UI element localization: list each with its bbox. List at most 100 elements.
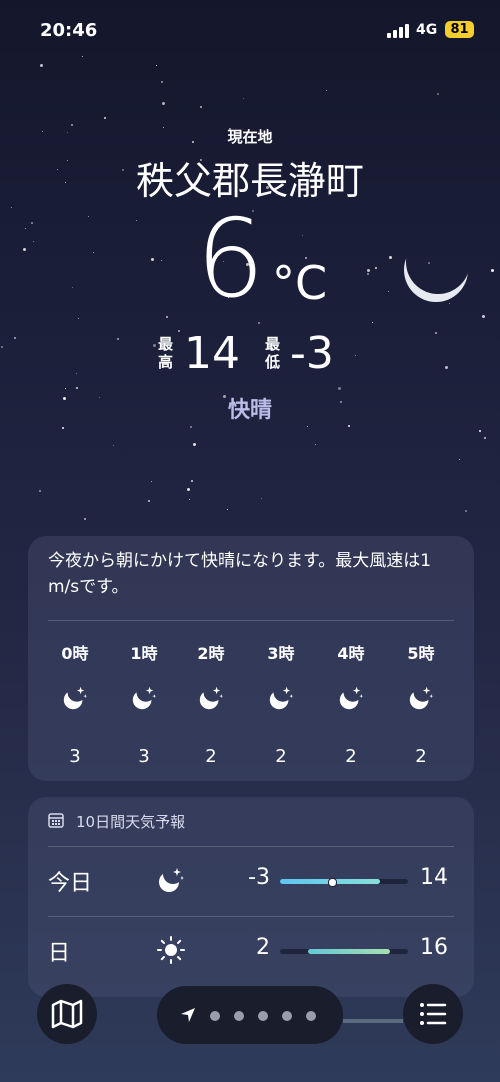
ten-day-title: 10日間天気予報 bbox=[76, 813, 186, 831]
star bbox=[482, 315, 485, 318]
star bbox=[437, 93, 439, 95]
high-temp: 14 bbox=[184, 328, 240, 379]
star bbox=[161, 260, 162, 261]
current-location-label: 現在地 bbox=[227, 128, 273, 146]
star bbox=[326, 90, 327, 91]
forecast-summary: 今夜から朝にかけて快晴になります。最大風速は1 m/sです。 bbox=[48, 551, 432, 597]
star bbox=[40, 64, 43, 67]
current-temperature: 6 bbox=[196, 197, 265, 322]
star bbox=[62, 427, 64, 429]
signal-icon bbox=[387, 24, 411, 38]
star bbox=[302, 235, 303, 236]
hour-label: 1時 bbox=[130, 644, 158, 663]
star bbox=[93, 252, 94, 253]
hour-temp: 2 bbox=[345, 746, 357, 767]
star bbox=[161, 81, 163, 83]
page-dot bbox=[306, 1011, 316, 1021]
star bbox=[200, 106, 202, 108]
page-indicator[interactable] bbox=[157, 986, 343, 1044]
star bbox=[78, 318, 79, 319]
star bbox=[25, 228, 26, 229]
high-label: 最高 bbox=[158, 335, 174, 371]
star bbox=[307, 426, 308, 427]
moon-stars-icon bbox=[337, 684, 365, 712]
ten-day-forecast-card[interactable]: 10日間天気予報 今日 -3 14 日 2 16 bbox=[28, 797, 474, 997]
calendar-icon bbox=[48, 813, 64, 828]
star bbox=[243, 98, 244, 99]
moon-stars-icon bbox=[61, 684, 89, 712]
star bbox=[367, 273, 369, 275]
star bbox=[151, 481, 152, 482]
star bbox=[82, 56, 83, 57]
star bbox=[148, 500, 150, 502]
hour-temp: 2 bbox=[205, 746, 217, 767]
star bbox=[367, 269, 370, 272]
moon-stars-icon bbox=[130, 684, 158, 712]
crescent-moon-icon bbox=[404, 258, 468, 302]
star bbox=[479, 430, 481, 432]
high-temp: 16 bbox=[420, 935, 448, 960]
star bbox=[459, 459, 460, 460]
star bbox=[389, 256, 392, 259]
star bbox=[258, 322, 260, 324]
star bbox=[39, 490, 41, 492]
page-dot bbox=[282, 1011, 292, 1021]
hour-label: 2時 bbox=[197, 644, 225, 663]
star bbox=[375, 267, 377, 269]
location-list-button[interactable] bbox=[403, 984, 463, 1044]
divider bbox=[48, 916, 454, 917]
star bbox=[76, 387, 78, 389]
star bbox=[187, 488, 190, 491]
star bbox=[31, 222, 33, 224]
current-temp-marker bbox=[328, 878, 338, 887]
page-dot bbox=[210, 1011, 220, 1021]
star bbox=[315, 444, 316, 445]
star bbox=[388, 291, 389, 292]
temp-range-bar bbox=[280, 949, 408, 954]
star bbox=[372, 322, 373, 323]
hour-label: 5時 bbox=[407, 644, 435, 663]
status-time: 20:46 bbox=[40, 20, 98, 41]
network-type: 4G bbox=[416, 22, 438, 38]
hourly-forecast-card[interactable]: 今夜から朝にかけて快晴になります。最大風速は1 m/sです。 0時 3 1時 3 2時 2… bbox=[28, 536, 474, 781]
low-label: 最低 bbox=[265, 335, 281, 371]
day-row[interactable]: 今日 -3 14 bbox=[28, 853, 474, 917]
day-label: 今日 bbox=[48, 871, 93, 896]
map-icon bbox=[51, 999, 83, 1029]
star bbox=[227, 509, 228, 510]
high-low: 最高 14 最低 -3 bbox=[0, 328, 500, 380]
day-label: 日 bbox=[48, 941, 71, 966]
divider bbox=[48, 846, 454, 847]
temperature-unit: °C bbox=[272, 256, 328, 310]
star bbox=[261, 498, 262, 499]
hour-label: 0時 bbox=[61, 644, 89, 663]
page-dot bbox=[258, 1011, 268, 1021]
divider bbox=[48, 620, 454, 621]
temp-range-bar bbox=[280, 878, 408, 887]
star bbox=[191, 480, 193, 482]
high-temp: 14 bbox=[420, 865, 448, 890]
hour-temp: 3 bbox=[138, 746, 150, 767]
moon-stars-icon bbox=[156, 865, 186, 895]
hour-temp: 3 bbox=[69, 746, 81, 767]
map-button[interactable] bbox=[37, 984, 97, 1044]
star bbox=[348, 425, 350, 427]
status-bar: 20:46 4G 81 bbox=[0, 18, 500, 48]
moon-stars-icon bbox=[407, 684, 435, 712]
star bbox=[72, 287, 73, 288]
moon-stars-icon bbox=[267, 684, 295, 712]
day-row[interactable]: 日 2 16 bbox=[28, 923, 474, 983]
battery-icon: 81 bbox=[445, 21, 474, 38]
star bbox=[484, 437, 486, 439]
hour-label: 4時 bbox=[337, 644, 365, 663]
list-icon bbox=[420, 1003, 447, 1025]
star bbox=[84, 518, 86, 520]
star bbox=[338, 387, 341, 390]
star bbox=[33, 241, 34, 242]
star bbox=[193, 443, 196, 446]
star bbox=[190, 426, 192, 428]
star bbox=[65, 388, 66, 389]
star bbox=[88, 216, 89, 217]
sun-icon bbox=[156, 935, 186, 965]
low-temp: -3 bbox=[248, 865, 270, 890]
